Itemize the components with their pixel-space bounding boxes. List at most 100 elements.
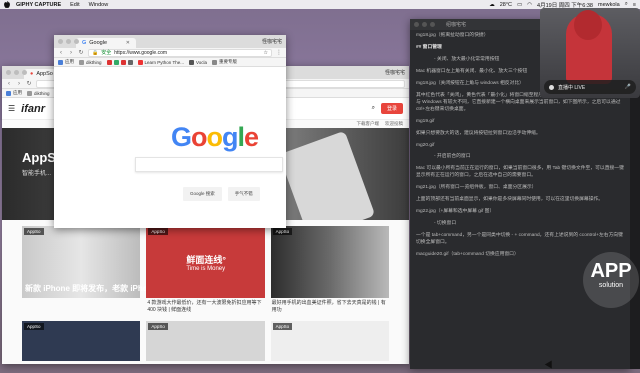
menu-user[interactable]: mewkola bbox=[598, 2, 620, 8]
bookmark-icon bbox=[188, 59, 194, 65]
forward-icon[interactable]: › bbox=[16, 81, 22, 87]
profile-name[interactable]: 怪咖宅宅 bbox=[262, 38, 282, 45]
bookmark-icon bbox=[27, 90, 32, 96]
category-tag: AppSo bbox=[272, 323, 293, 330]
editor-line[interactable]: 如果只想要放大的话，建议将按钮拉到窗口边沿手动伸缩。 bbox=[416, 131, 624, 138]
site-logo[interactable]: ifanr bbox=[21, 103, 45, 115]
wifi-icon[interactable]: ◠ bbox=[527, 2, 532, 8]
weather-icon[interactable]: ☁ bbox=[489, 2, 495, 8]
maximize-window-button[interactable] bbox=[74, 39, 79, 44]
editor-line[interactable]: mg20.gif bbox=[416, 143, 624, 150]
bookmark-item[interactable]: 应用 bbox=[6, 90, 22, 96]
minimize-window-button[interactable] bbox=[14, 70, 19, 75]
back-icon[interactable]: ‹ bbox=[58, 50, 64, 56]
webcam-overlay: 直播中 LIVE 🎤 bbox=[540, 8, 640, 98]
article-thumb[interactable]: AppSo bbox=[22, 321, 141, 361]
maximize-window-button[interactable] bbox=[430, 22, 435, 27]
feeling-lucky-button[interactable]: 手气不错 bbox=[227, 187, 260, 201]
close-tab-icon[interactable]: ✕ bbox=[126, 40, 130, 46]
weather-status[interactable]: 28°C bbox=[500, 2, 512, 8]
article-thumb[interactable]: AppSo bbox=[270, 321, 389, 361]
bookmark-item[interactable]: 应用 bbox=[58, 59, 74, 65]
bookmark-label: dikthing bbox=[34, 90, 50, 96]
battery-icon[interactable]: ▭ bbox=[517, 2, 522, 8]
back-icon[interactable]: ‹ bbox=[6, 81, 12, 87]
bookmark-icon bbox=[120, 59, 126, 65]
bookmarks-bar: 应用 dikthing Learn Python The... Vocla 重要… bbox=[54, 58, 286, 67]
site-search-icon[interactable]: ⌕ bbox=[372, 105, 375, 112]
maximize-window-button[interactable] bbox=[22, 70, 27, 75]
editor-line[interactable]: mg19.gif bbox=[416, 119, 624, 126]
profile-name[interactable]: 怪咖宅宅 bbox=[385, 69, 405, 76]
apple-icon[interactable] bbox=[4, 1, 10, 8]
watermark-big: APP bbox=[590, 260, 632, 282]
contribute-link[interactable]: 欢迎投稿 bbox=[385, 121, 403, 127]
forward-icon[interactable]: › bbox=[68, 50, 74, 56]
bookmark-item[interactable]: dikthing bbox=[79, 59, 102, 65]
minimize-window-button[interactable] bbox=[66, 39, 71, 44]
google-browser-window: G Google ✕ 怪咖宅宅 ‹ › ↻ 🔒 安全 https://www.g… bbox=[54, 35, 286, 228]
hamburger-menu-icon[interactable]: ☰ bbox=[8, 104, 15, 113]
editor-line[interactable]: mg22.jpg（+屏幕和选中屏幕 gif 图） bbox=[416, 209, 624, 216]
article-caption[interactable]: 最好用手机的出血美证件照，省下去天真是的钱 | 有用功 bbox=[271, 298, 389, 315]
category-tag: AppSo bbox=[148, 228, 168, 235]
category-tag: AppSo bbox=[148, 323, 168, 330]
editor-line[interactable]: - 开启前合的窗口 bbox=[416, 154, 624, 161]
bookmark-icon bbox=[79, 59, 84, 65]
minimize-window-button[interactable] bbox=[422, 22, 427, 27]
google-favicon-icon: G bbox=[82, 40, 87, 46]
reload-icon[interactable]: ↻ bbox=[78, 49, 84, 56]
google-logo-letter: g bbox=[222, 122, 238, 152]
close-window-button[interactable] bbox=[58, 39, 63, 44]
menu-app-name[interactable]: GIPHY CAPTURE bbox=[16, 2, 61, 8]
search-icon[interactable]: ⌕ bbox=[625, 1, 628, 8]
article-image: AppSo 新款 iPhone 即将发布，老款 iPhone SE2 / 卖场草… bbox=[22, 226, 213, 298]
mic-icon[interactable]: 🎤 bbox=[625, 84, 631, 90]
article-caption[interactable]: 4 款游戏大作最低价，还有一大波限免折扣应用等下 400 块钱 | 鲜面连线 bbox=[146, 298, 264, 315]
star-icon[interactable]: ☆ bbox=[264, 50, 268, 56]
recording-label: 直播中 LIVE bbox=[558, 84, 586, 91]
list-icon[interactable]: ≡ bbox=[633, 2, 636, 8]
article-card[interactable]: AppSo 新款 iPhone 即将发布，老款 iPhone SE2 / 卖场草… bbox=[22, 226, 213, 315]
login-button[interactable]: 登录 bbox=[380, 103, 403, 114]
category-tag: AppSo bbox=[272, 228, 293, 235]
editor-line[interactable]: 一个是 tab+command，另一个是同类中切换 - + command，还有… bbox=[416, 233, 624, 247]
bookmark-label: Learn Python The... bbox=[144, 59, 184, 65]
editor-line[interactable]: mg21.jpg（所有窗口一览组件板，窗口、桌面分区展示） bbox=[416, 185, 624, 192]
article-card[interactable]: AppSo 最好用手机的出血美证件照，省下去天真是的钱 | 有用功 bbox=[270, 226, 389, 315]
apps-icon bbox=[6, 90, 11, 96]
menu-edit[interactable]: Edit bbox=[70, 2, 79, 8]
menu-dots-icon[interactable]: ⋮ bbox=[276, 49, 282, 56]
close-window-button[interactable] bbox=[414, 22, 419, 27]
folder-icon bbox=[211, 59, 217, 65]
close-window-button[interactable] bbox=[6, 70, 11, 75]
article-thumb[interactable]: AppSo bbox=[146, 321, 265, 361]
bookmark-item[interactable]: dikthing bbox=[27, 90, 50, 96]
google-search-input[interactable] bbox=[135, 157, 283, 172]
google-buttons: Google 搜索 手气不错 bbox=[183, 187, 260, 201]
article-image: AppSo bbox=[270, 226, 389, 298]
hero-subtitle: 智能手机... bbox=[22, 171, 52, 177]
bookmark-icon bbox=[113, 59, 119, 65]
bookmark-favicons[interactable] bbox=[106, 59, 133, 65]
url-input[interactable]: 🔒 安全 https://www.google.com ☆ bbox=[88, 48, 272, 57]
bookmark-item[interactable]: Vocla bbox=[188, 59, 207, 65]
article-image: 鲜面连线° Time is Money AppSo bbox=[146, 226, 265, 298]
record-icon[interactable] bbox=[549, 84, 554, 90]
secure-label: 安全 bbox=[101, 50, 112, 56]
menu-window[interactable]: Window bbox=[89, 2, 109, 8]
editor-line[interactable]: - 切换窗口 bbox=[416, 221, 624, 228]
google-search-button[interactable]: Google 搜索 bbox=[183, 187, 222, 201]
article-card[interactable]: 鲜面连线° Time is Money AppSo 4 款游戏大作最低价，还有一… bbox=[146, 226, 265, 315]
tab-google[interactable]: G Google ✕ bbox=[76, 38, 136, 48]
download-link[interactable]: 下载客户端 bbox=[357, 121, 380, 127]
bookmark-item[interactable]: Learn Python The... bbox=[137, 59, 184, 65]
bookmark-icon bbox=[106, 59, 112, 65]
tab-title: AppSo bbox=[36, 71, 53, 77]
editor-line[interactable]: Mac 可以最小所有当前正在运行的窗口，如果当前窗口很多，用 Tab 键切换文件… bbox=[416, 166, 624, 180]
bookmark-item[interactable]: 重要专版 bbox=[211, 59, 237, 65]
reload-icon[interactable]: ↻ bbox=[26, 80, 32, 87]
editor-line[interactable]: 上面的顶部还有当前桌面显示，如果你是多块屏幕同时使用，可以在这里切换屏幕操作。 bbox=[416, 197, 624, 204]
google-logo-letter: G bbox=[171, 122, 192, 152]
bookmark-label: 应用 bbox=[13, 90, 22, 95]
